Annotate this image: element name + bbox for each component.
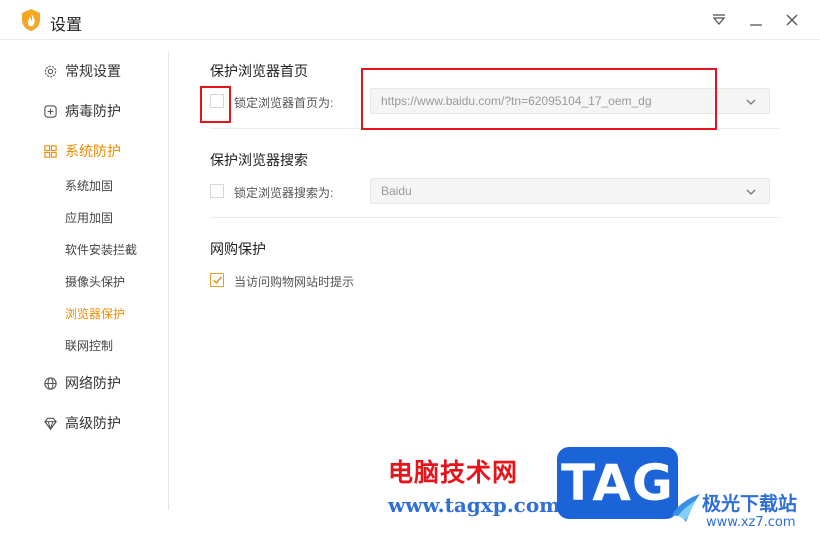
sidebar-item-general[interactable]: 常规设置 bbox=[42, 60, 121, 82]
title-bar: 设置 bbox=[0, 0, 820, 40]
sidebar-item-label: 网络防护 bbox=[65, 375, 121, 391]
subitem-install-block[interactable]: 软件安装拦截 bbox=[65, 241, 137, 259]
gear-icon bbox=[42, 63, 58, 79]
search-engine-select[interactable]: Baidu bbox=[370, 178, 770, 204]
watermark-url: www.tagxp.com bbox=[388, 493, 561, 517]
sidebar-item-label: 高级防护 bbox=[65, 415, 121, 431]
subitem-app-hardening[interactable]: 应用加固 bbox=[65, 209, 113, 227]
shopping-prompt-checkbox[interactable] bbox=[210, 273, 224, 287]
search-lock-label: 锁定浏览器搜索为: bbox=[234, 186, 334, 200]
shopping-section-title: 网购保护 bbox=[210, 241, 266, 257]
watermark-site-name: 极光下载站 bbox=[702, 493, 798, 515]
section-divider bbox=[210, 217, 780, 218]
system-grid-icon bbox=[42, 143, 58, 159]
chevron-down-icon bbox=[746, 99, 756, 105]
homepage-lock-label: 锁定浏览器首页为: bbox=[234, 96, 334, 110]
sidebar-item-label: 病毒防护 bbox=[65, 103, 121, 119]
dropdown-icon[interactable] bbox=[708, 9, 730, 31]
checkmark-icon bbox=[212, 276, 222, 285]
annotation-box-checkbox bbox=[200, 86, 231, 123]
watermark-site-logo-icon bbox=[672, 494, 700, 522]
plus-square-icon bbox=[42, 103, 58, 119]
search-section-title: 保护浏览器搜索 bbox=[210, 152, 308, 168]
close-icon[interactable] bbox=[781, 9, 803, 31]
annotation-box-url bbox=[361, 68, 717, 130]
sidebar-item-label: 常规设置 bbox=[65, 63, 121, 79]
search-engine-value: Baidu bbox=[381, 184, 412, 198]
window-title: 设置 bbox=[50, 17, 83, 34]
sidebar-divider bbox=[168, 52, 169, 510]
sidebar-item-system[interactable]: 系统防护 bbox=[42, 140, 121, 162]
diamond-icon bbox=[42, 415, 58, 431]
globe-icon bbox=[42, 375, 58, 391]
app-logo-icon bbox=[22, 9, 40, 31]
sidebar-item-network[interactable]: 网络防护 bbox=[42, 372, 121, 394]
search-lock-checkbox[interactable] bbox=[210, 184, 224, 198]
watermark-cn-text: 电脑技术网 bbox=[388, 458, 519, 487]
sidebar-item-advanced[interactable]: 高级防护 bbox=[42, 412, 121, 434]
sidebar-item-virus[interactable]: 病毒防护 bbox=[42, 100, 121, 122]
homepage-section-title: 保护浏览器首页 bbox=[210, 63, 308, 79]
subitem-network-control[interactable]: 联网控制 bbox=[65, 337, 113, 355]
subitem-browser-protect[interactable]: 浏览器保护 bbox=[65, 305, 125, 323]
sidebar-item-label: 系统防护 bbox=[65, 143, 121, 159]
shopping-prompt-label: 当访问购物网站时提示 bbox=[234, 275, 355, 289]
chevron-down-icon bbox=[746, 189, 756, 195]
watermark-tag-logo: TAG bbox=[557, 447, 678, 519]
watermark-site-url: www.xz7.com bbox=[706, 515, 796, 530]
subitem-camera-protect[interactable]: 摄像头保护 bbox=[65, 273, 125, 291]
subitem-system-hardening[interactable]: 系统加固 bbox=[65, 177, 113, 195]
minimize-icon[interactable] bbox=[745, 9, 767, 31]
